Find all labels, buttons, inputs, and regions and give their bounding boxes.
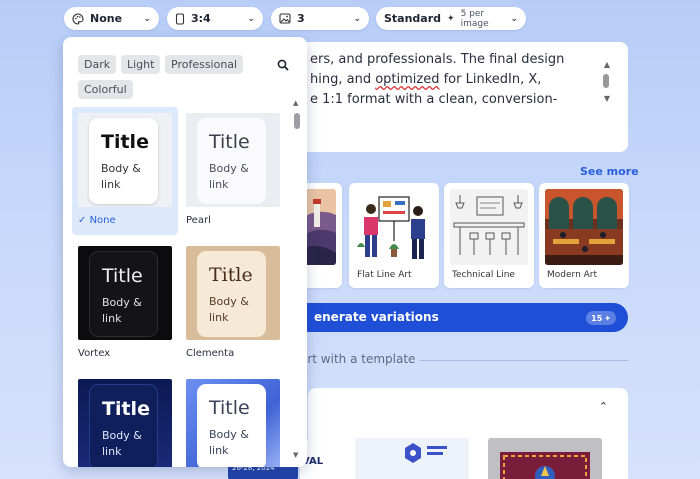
theme-sample-body: Body & link <box>209 428 249 457</box>
quality-selector[interactable]: Standard ✦ 5 per image ⌄ <box>376 7 526 30</box>
style-thumbnail <box>355 189 433 265</box>
template-thumbnail[interactable] <box>488 438 602 479</box>
theme-name: Vortex <box>78 348 111 359</box>
see-more-link[interactable]: See more <box>580 165 639 178</box>
generate-variations-button[interactable]: enerate variations 15 ✦ <box>300 303 628 332</box>
style-card-modern-art[interactable]: Modern Art <box>539 183 629 288</box>
style-label: Technical Line <box>452 270 515 280</box>
theme-selector[interactable]: None ⌄ <box>64 7 159 30</box>
template-divider-text: art with a template <box>300 352 416 366</box>
theme-sample-card: Title Body & link <box>197 251 266 337</box>
theme-sample-card: Title Body & link <box>197 118 266 204</box>
quality-cost: 5 per image <box>460 8 489 29</box>
theme-name: ✓ None <box>78 215 116 226</box>
theme-tile-clementa[interactable]: Title Body & link Clementa <box>180 240 286 368</box>
theme-preview: Title Body & link <box>78 246 172 340</box>
theme-selector-label: None <box>90 12 123 25</box>
scrollbar-thumb[interactable] <box>603 74 609 88</box>
image-icon <box>279 13 291 24</box>
theme-sample-title: Title <box>101 131 149 153</box>
theme-preview: Title Body & link <box>78 113 172 207</box>
sparkle-icon: ✦ <box>447 13 455 24</box>
theme-sample-card: Title Body & link <box>89 251 158 337</box>
style-thumbnail <box>545 189 623 265</box>
chevron-down-icon: ⌄ <box>247 13 255 24</box>
scroll-down-arrow[interactable]: ▼ <box>293 451 298 459</box>
scrollbar-thumb[interactable] <box>294 113 300 129</box>
style-thumbnail <box>450 189 528 265</box>
theme-preview: Title Body & link <box>186 246 280 340</box>
scroll-up-arrow[interactable]: ▲ <box>604 60 610 69</box>
chevron-down-icon: ⌄ <box>353 13 361 24</box>
theme-dropdown-panel: Dark Light Professional Colorful Title B… <box>63 37 307 467</box>
theme-sample-card: Title Body & link <box>197 384 266 467</box>
theme-sample-title: Title <box>209 397 250 419</box>
filter-chip-dark[interactable]: Dark <box>78 55 117 74</box>
theme-sample-title: Title <box>102 398 150 420</box>
theme-tile-deep-blue[interactable]: Title Body & link <box>72 373 178 467</box>
aspect-ratio-label: 3:4 <box>191 12 211 25</box>
theme-sample-body: Body & link <box>102 429 142 458</box>
chevron-down-icon: ⌄ <box>143 13 151 24</box>
templates-section: ⌃ <box>228 388 628 479</box>
generate-label: enerate variations <box>314 310 439 324</box>
style-label: Flat Line Art <box>357 270 412 280</box>
theme-sample-card: Title Body & link <box>89 384 158 467</box>
prompt-text: ers, and professionals. The final design… <box>310 52 565 107</box>
filter-chip-professional[interactable]: Professional <box>165 55 244 74</box>
theme-sample-body: Body & link <box>101 162 141 191</box>
theme-sample-title: Title <box>209 264 253 286</box>
image-count-selector[interactable]: 3 ⌄ <box>271 7 369 30</box>
style-label: Modern Art <box>547 270 598 280</box>
theme-sample-title: Title <box>102 265 143 287</box>
credits-badge: 15 ✦ <box>586 311 616 325</box>
style-card-technical-line[interactable]: Technical Line <box>444 183 534 288</box>
theme-tile-pearl[interactable]: Title Body & link Pearl <box>180 107 286 235</box>
divider <box>420 360 628 361</box>
aspect-ratio-selector[interactable]: 3:4 ⌄ <box>167 7 263 30</box>
style-card-flat-line-art[interactable]: Flat Line Art <box>349 183 439 288</box>
palette-icon <box>72 12 84 25</box>
theme-preview: Title Body & link <box>186 113 280 207</box>
theme-sample-title: Title <box>209 131 250 153</box>
theme-sample-body: Body & link <box>209 295 249 324</box>
phone-frame-icon <box>175 12 185 25</box>
scroll-up-arrow[interactable]: ▲ <box>293 99 298 107</box>
theme-preview: Title Body & link <box>78 379 172 467</box>
checkmark-icon: ✓ <box>78 215 87 226</box>
chevron-down-icon: ⌄ <box>510 13 518 24</box>
image-count-label: 3 <box>297 12 305 25</box>
theme-tile-none[interactable]: Title Body & link ✓ None <box>72 107 178 235</box>
filter-chip-light[interactable]: Light <box>121 55 161 74</box>
theme-sample-card: Title Body & link <box>89 118 158 204</box>
quality-label: Standard <box>384 12 442 25</box>
theme-tile-vortex[interactable]: Title Body & link Vortex <box>72 240 178 368</box>
template-thumbnail[interactable] <box>355 438 469 479</box>
theme-name: Clementa <box>186 348 235 359</box>
theme-name: Pearl <box>186 215 211 226</box>
theme-sample-body: Body & link <box>209 162 249 191</box>
chevron-up-icon[interactable]: ⌃ <box>599 400 608 413</box>
filter-chip-colorful[interactable]: Colorful <box>78 80 133 99</box>
theme-sample-body: Body & link <box>102 296 142 325</box>
theme-preview: Title Body & link <box>186 379 280 467</box>
search-icon[interactable] <box>276 57 290 71</box>
scroll-down-arrow[interactable]: ▼ <box>604 94 610 103</box>
sparkle-icon: ✦ <box>604 313 611 323</box>
theme-tile-sky[interactable]: Title Body & link <box>180 373 286 467</box>
